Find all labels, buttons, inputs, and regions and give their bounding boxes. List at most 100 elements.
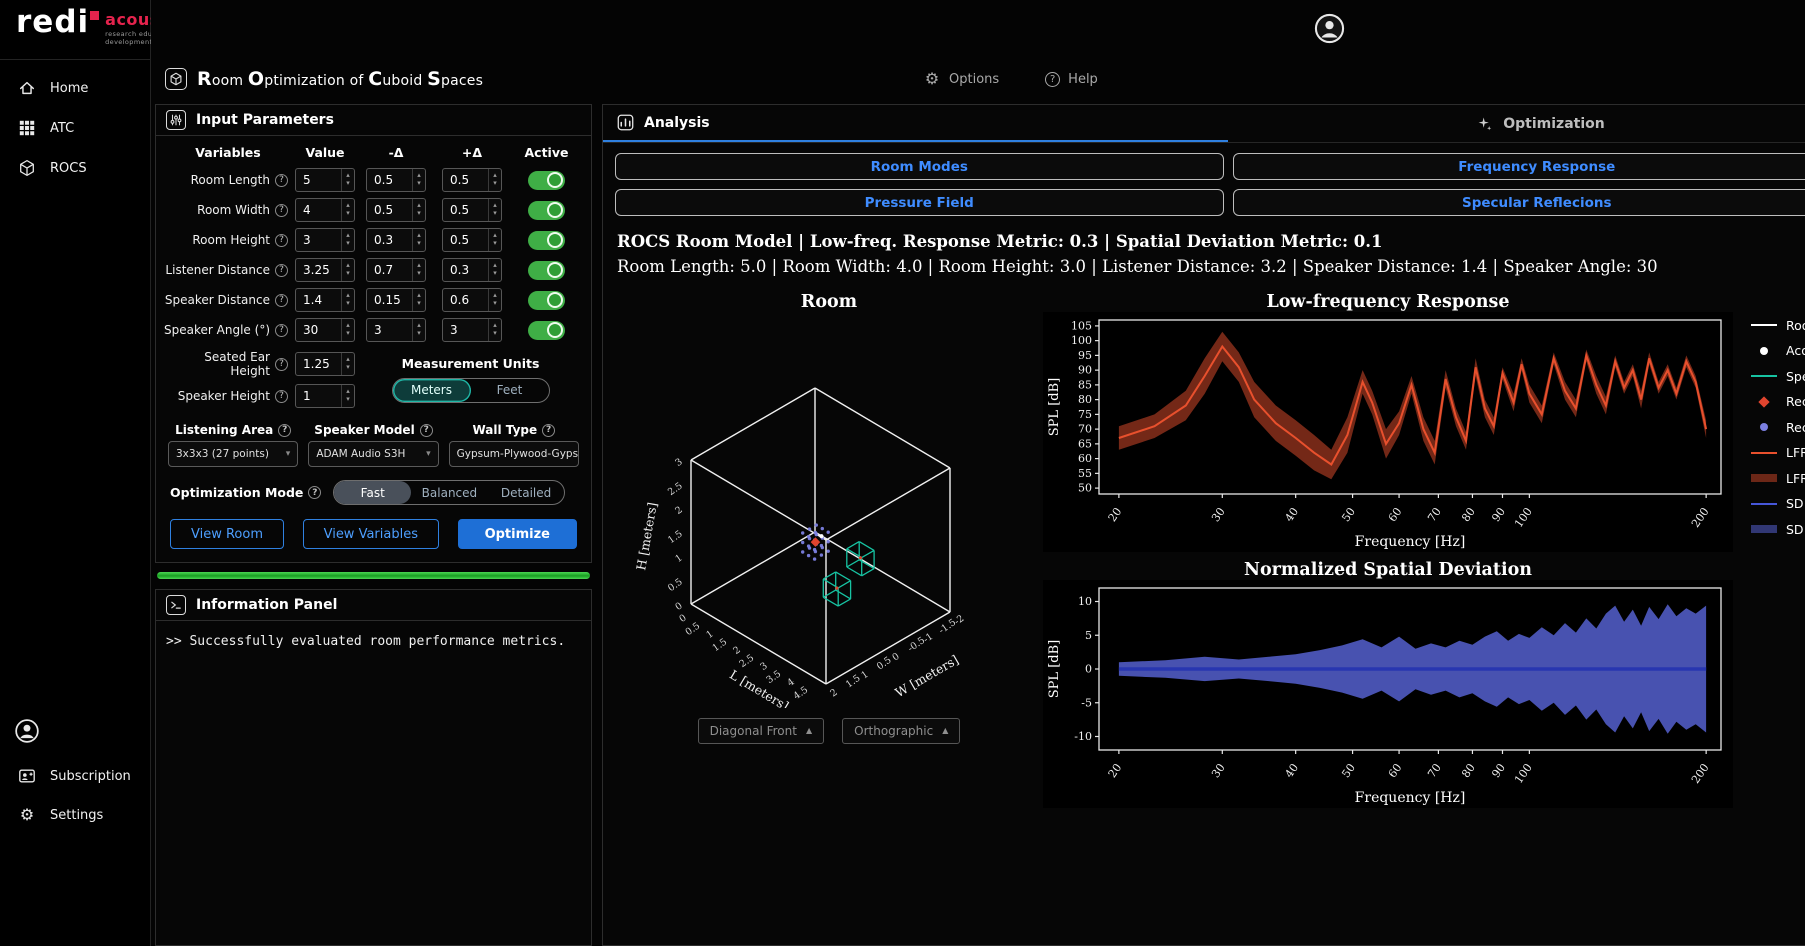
help-icon[interactable]: ? — [275, 204, 288, 217]
spinner-arrows[interactable]: ▴▾ — [488, 259, 501, 281]
value-input[interactable]: 4▴▾ — [295, 198, 355, 222]
help-icon[interactable]: ? — [542, 424, 555, 437]
svg-text:0: 0 — [673, 600, 684, 612]
sidebar-item-rocs[interactable]: ROCS — [0, 148, 150, 188]
help-button[interactable]: ? Help — [1045, 72, 1098, 87]
value-input[interactable]: 0.15▴▾ — [366, 288, 426, 312]
spinner-arrows[interactable]: ▴▾ — [412, 319, 425, 341]
svg-text:65: 65 — [1078, 437, 1092, 450]
room-3d-plot[interactable]: 00.511.522.5300.511.522.533.544.521.510.… — [629, 312, 1029, 708]
sidebar-account-button[interactable] — [0, 710, 150, 756]
spinner-arrows[interactable]: ▴▾ — [341, 169, 354, 191]
value-input[interactable]: 0.6▴▾ — [442, 288, 502, 312]
view-button[interactable]: Pressure Field — [615, 189, 1224, 216]
legend-item[interactable]: Acoustical Center — [1751, 343, 1805, 358]
help-icon[interactable]: ? — [275, 390, 288, 403]
spinner-arrows[interactable]: ▴▾ — [412, 169, 425, 191]
help-icon[interactable]: ? — [275, 294, 288, 307]
help-icon[interactable]: ? — [278, 424, 291, 437]
optimize-button[interactable]: Optimize — [458, 519, 577, 549]
legend-item[interactable]: Receiver — [1751, 394, 1805, 409]
spinner-arrows[interactable]: ▴▾ — [412, 289, 425, 311]
view-button[interactable]: Specular Reflecions — [1233, 189, 1805, 216]
value-input[interactable]: 1▴▾ — [295, 384, 355, 408]
value-input[interactable]: 0.7▴▾ — [366, 258, 426, 282]
spinner-arrows[interactable]: ▴▾ — [488, 289, 501, 311]
value-input[interactable]: 3.25▴▾ — [295, 258, 355, 282]
spinner-arrows[interactable]: ▴▾ — [341, 319, 354, 341]
listening-area-select[interactable]: 3x3x3 (27 points)▾ — [168, 441, 298, 467]
active-toggle[interactable] — [528, 261, 565, 280]
tab-optimization[interactable]: Optimization — [1228, 105, 1805, 142]
view-room-button[interactable]: View Room — [170, 519, 284, 549]
help-icon[interactable]: ? — [275, 358, 288, 371]
speaker-model-select[interactable]: ADAM Audio S3H▾ — [308, 441, 438, 467]
value-input[interactable]: 0.3▴▾ — [442, 258, 502, 282]
legend-item[interactable]: Room — [1751, 318, 1805, 333]
help-icon[interactable]: ? — [275, 234, 288, 247]
legend-item[interactable]: Receiver Grid — [1751, 420, 1805, 435]
value-input[interactable]: 3▴▾ — [442, 318, 502, 342]
projection-dropdown[interactable]: Orthographic ▲ — [842, 718, 960, 744]
active-toggle[interactable] — [528, 231, 565, 250]
spinner-arrows[interactable]: ▴▾ — [412, 199, 425, 221]
help-icon[interactable]: ? — [275, 264, 288, 277]
legend-item[interactable]: LFR Grid — [1751, 471, 1805, 486]
sd-chart[interactable]: -10-505102030405060708090100200Frequency… — [1043, 580, 1733, 808]
help-icon[interactable]: ? — [275, 324, 288, 337]
active-toggle[interactable] — [528, 171, 565, 190]
value-input[interactable]: 0.5▴▾ — [442, 168, 502, 192]
spinner-arrows[interactable]: ▴▾ — [341, 199, 354, 221]
help-icon[interactable]: ? — [308, 486, 321, 499]
value-input[interactable]: 0.5▴▾ — [366, 168, 426, 192]
mode-option-fast[interactable]: Fast — [334, 481, 411, 504]
sidebar-item-settings[interactable]: ⚙ Settings — [0, 796, 150, 834]
active-toggle[interactable] — [528, 321, 565, 340]
value-input[interactable]: 3▴▾ — [295, 228, 355, 252]
units-option-feet[interactable]: Feet — [471, 379, 549, 402]
wall-type-select[interactable]: Gypsum-Plywood-Gypsu…▾ — [449, 441, 579, 467]
legend-item[interactable]: Speakers — [1751, 369, 1805, 384]
active-toggle[interactable] — [528, 201, 565, 220]
spinner-arrows[interactable]: ▴▾ — [488, 169, 501, 191]
spinner-arrows[interactable]: ▴▾ — [488, 319, 501, 341]
legend-item[interactable]: SD Grid — [1751, 522, 1805, 537]
view-angle-dropdown[interactable]: Diagonal Front ▲ — [698, 718, 825, 744]
value-input[interactable]: 3▴▾ — [366, 318, 426, 342]
spinner-arrows[interactable]: ▴▾ — [341, 259, 354, 281]
spinner-arrows[interactable]: ▴▾ — [488, 229, 501, 251]
spinner-arrows[interactable]: ▴▾ — [488, 199, 501, 221]
spinner-arrows[interactable]: ▴▾ — [341, 229, 354, 251]
sidebar-item-atc[interactable]: ATC — [0, 108, 150, 148]
avatar[interactable] — [1314, 13, 1345, 44]
tab-analysis[interactable]: Analysis — [603, 105, 1228, 142]
value-input[interactable]: 5▴▾ — [295, 168, 355, 192]
units-option-meters[interactable]: Meters — [393, 379, 471, 402]
view-variables-button[interactable]: View Variables — [303, 519, 439, 549]
spinner-arrows[interactable]: ▴▾ — [341, 385, 354, 407]
value-input[interactable]: 1.4▴▾ — [295, 288, 355, 312]
view-button[interactable]: Frequency Response — [1233, 153, 1805, 180]
active-toggle[interactable] — [528, 291, 565, 310]
options-button[interactable]: ⚙ Options — [923, 71, 999, 87]
mode-option-balanced[interactable]: Balanced — [411, 481, 488, 504]
value-input[interactable]: 0.5▴▾ — [442, 228, 502, 252]
spinner-arrows[interactable]: ▴▾ — [341, 353, 354, 375]
spinner-arrows[interactable]: ▴▾ — [412, 259, 425, 281]
sidebar-item-subscription[interactable]: Subscription — [0, 756, 150, 796]
value-input[interactable]: 0.5▴▾ — [442, 198, 502, 222]
view-button[interactable]: Room Modes — [615, 153, 1224, 180]
value-input[interactable]: 1.25▴▾ — [295, 352, 355, 376]
legend-item[interactable]: LFR Average — [1751, 445, 1805, 460]
spinner-arrows[interactable]: ▴▾ — [341, 289, 354, 311]
lfr-chart[interactable]: 5055606570758085909510010520304050607080… — [1043, 312, 1733, 552]
value-input[interactable]: 0.5▴▾ — [366, 198, 426, 222]
value-input[interactable]: 0.3▴▾ — [366, 228, 426, 252]
help-icon[interactable]: ? — [275, 174, 288, 187]
help-icon[interactable]: ? — [420, 424, 433, 437]
mode-option-detailed[interactable]: Detailed — [488, 481, 565, 504]
sidebar-item-home[interactable]: Home — [0, 68, 150, 108]
value-input[interactable]: 30▴▾ — [295, 318, 355, 342]
spinner-arrows[interactable]: ▴▾ — [412, 229, 425, 251]
legend-item[interactable]: SD Average — [1751, 496, 1805, 511]
